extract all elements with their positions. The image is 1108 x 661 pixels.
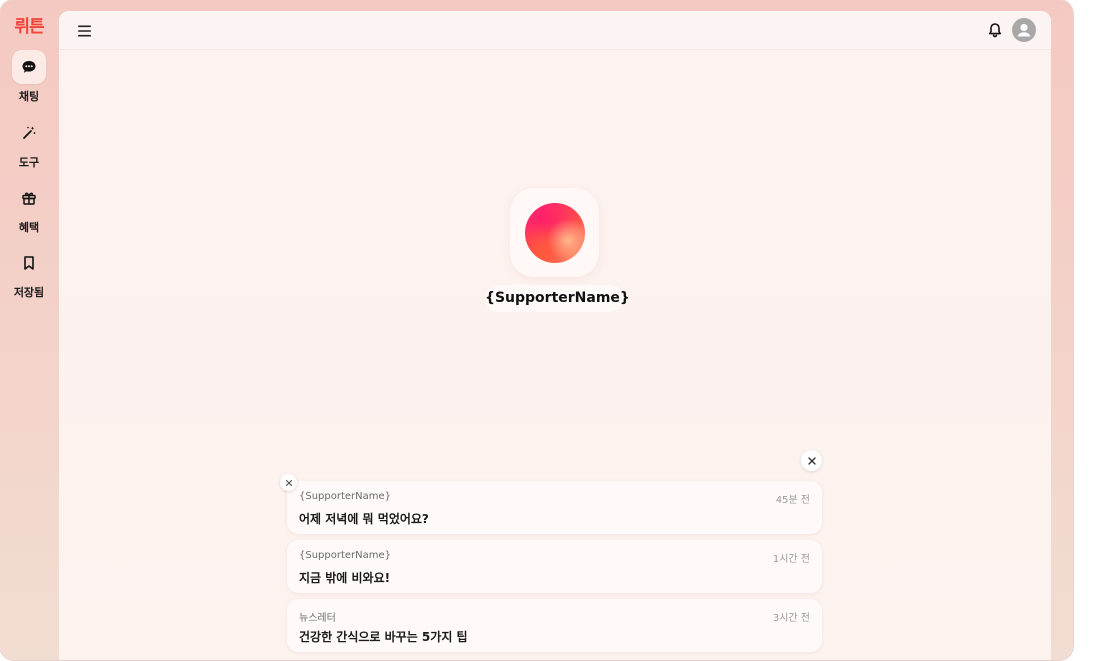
notification-card[interactable]: {SupporterName} 1시간 전 지금 밖에 비와요!: [287, 540, 822, 593]
chat-bubble-icon: [22, 61, 36, 73]
notification-card[interactable]: 뉴스레터 3시간 전 건강한 간식으로 바꾸는 5가지 팁: [287, 599, 822, 652]
app-window: 뤼튼 채팅 도구 혜택 저장됨 {SupporterName} {Support…: [0, 0, 1073, 660]
notification-message: 건강한 간식으로 바꾸는 5가지 팁: [299, 630, 468, 644]
notification-time: 3시간 전: [772, 613, 810, 624]
user-avatar-button[interactable]: [1012, 18, 1036, 42]
magic-wand-icon: [23, 126, 36, 139]
notification-time: 45분 전: [775, 495, 810, 506]
notification-sender: {SupporterName}: [299, 491, 392, 502]
dismiss-all-button[interactable]: [801, 450, 822, 471]
close-icon: [285, 479, 292, 486]
gift-icon: [22, 192, 36, 205]
sidebar-item-label: 혜택: [18, 221, 40, 234]
notification-time: 1시간 전: [772, 554, 810, 565]
bookmark-icon: [24, 256, 34, 270]
main-panel: {SupporterName} {SupporterName} 45분 전 어제…: [59, 11, 1051, 660]
notification-sender: {SupporterName}: [299, 550, 392, 561]
supporter-orb-image: [525, 203, 585, 263]
notification-sender: 뉴스레터: [299, 613, 336, 624]
top-bar: [59, 11, 1051, 50]
sidebar: 뤼튼 채팅 도구 혜택 저장됨: [0, 0, 58, 660]
sidebar-item-chat-icon-wrap: [12, 50, 46, 84]
supporter-avatar-tile[interactable]: [510, 188, 599, 277]
bell-icon: [989, 23, 1001, 38]
close-icon: [807, 456, 816, 465]
sidebar-item-label: 도구: [18, 156, 40, 169]
app-logo[interactable]: 뤼튼: [0, 12, 58, 37]
notification-card[interactable]: {SupporterName} 45분 전 어제 저녁에 뭐 먹었어요?: [287, 481, 822, 534]
user-avatar-icon: [1017, 23, 1031, 37]
sidebar-item-tools[interactable]: 도구: [4, 116, 54, 176]
sidebar-item-tools-icon-wrap: [12, 116, 46, 150]
notification-close-button[interactable]: [280, 474, 297, 491]
notification-message: 지금 밖에 비와요!: [299, 571, 391, 585]
sidebar-item-chat[interactable]: 채팅: [4, 50, 54, 110]
notification-message: 어제 저녁에 뭐 먹었어요?: [299, 512, 429, 526]
menu-button[interactable]: [77, 23, 93, 37]
sidebar-item-benefits-icon-wrap: [12, 181, 46, 215]
supporter-name: {SupporterName}: [485, 285, 630, 312]
sidebar-item-label: 채팅: [18, 90, 40, 103]
sidebar-item-benefits[interactable]: 혜택: [4, 181, 54, 241]
notifications-button[interactable]: [986, 21, 1004, 39]
sidebar-item-saved-icon-wrap: [12, 246, 46, 280]
sidebar-item-saved[interactable]: 저장됨: [4, 246, 54, 306]
sidebar-item-label: 저장됨: [13, 286, 45, 299]
hamburger-menu-icon: [78, 25, 91, 37]
